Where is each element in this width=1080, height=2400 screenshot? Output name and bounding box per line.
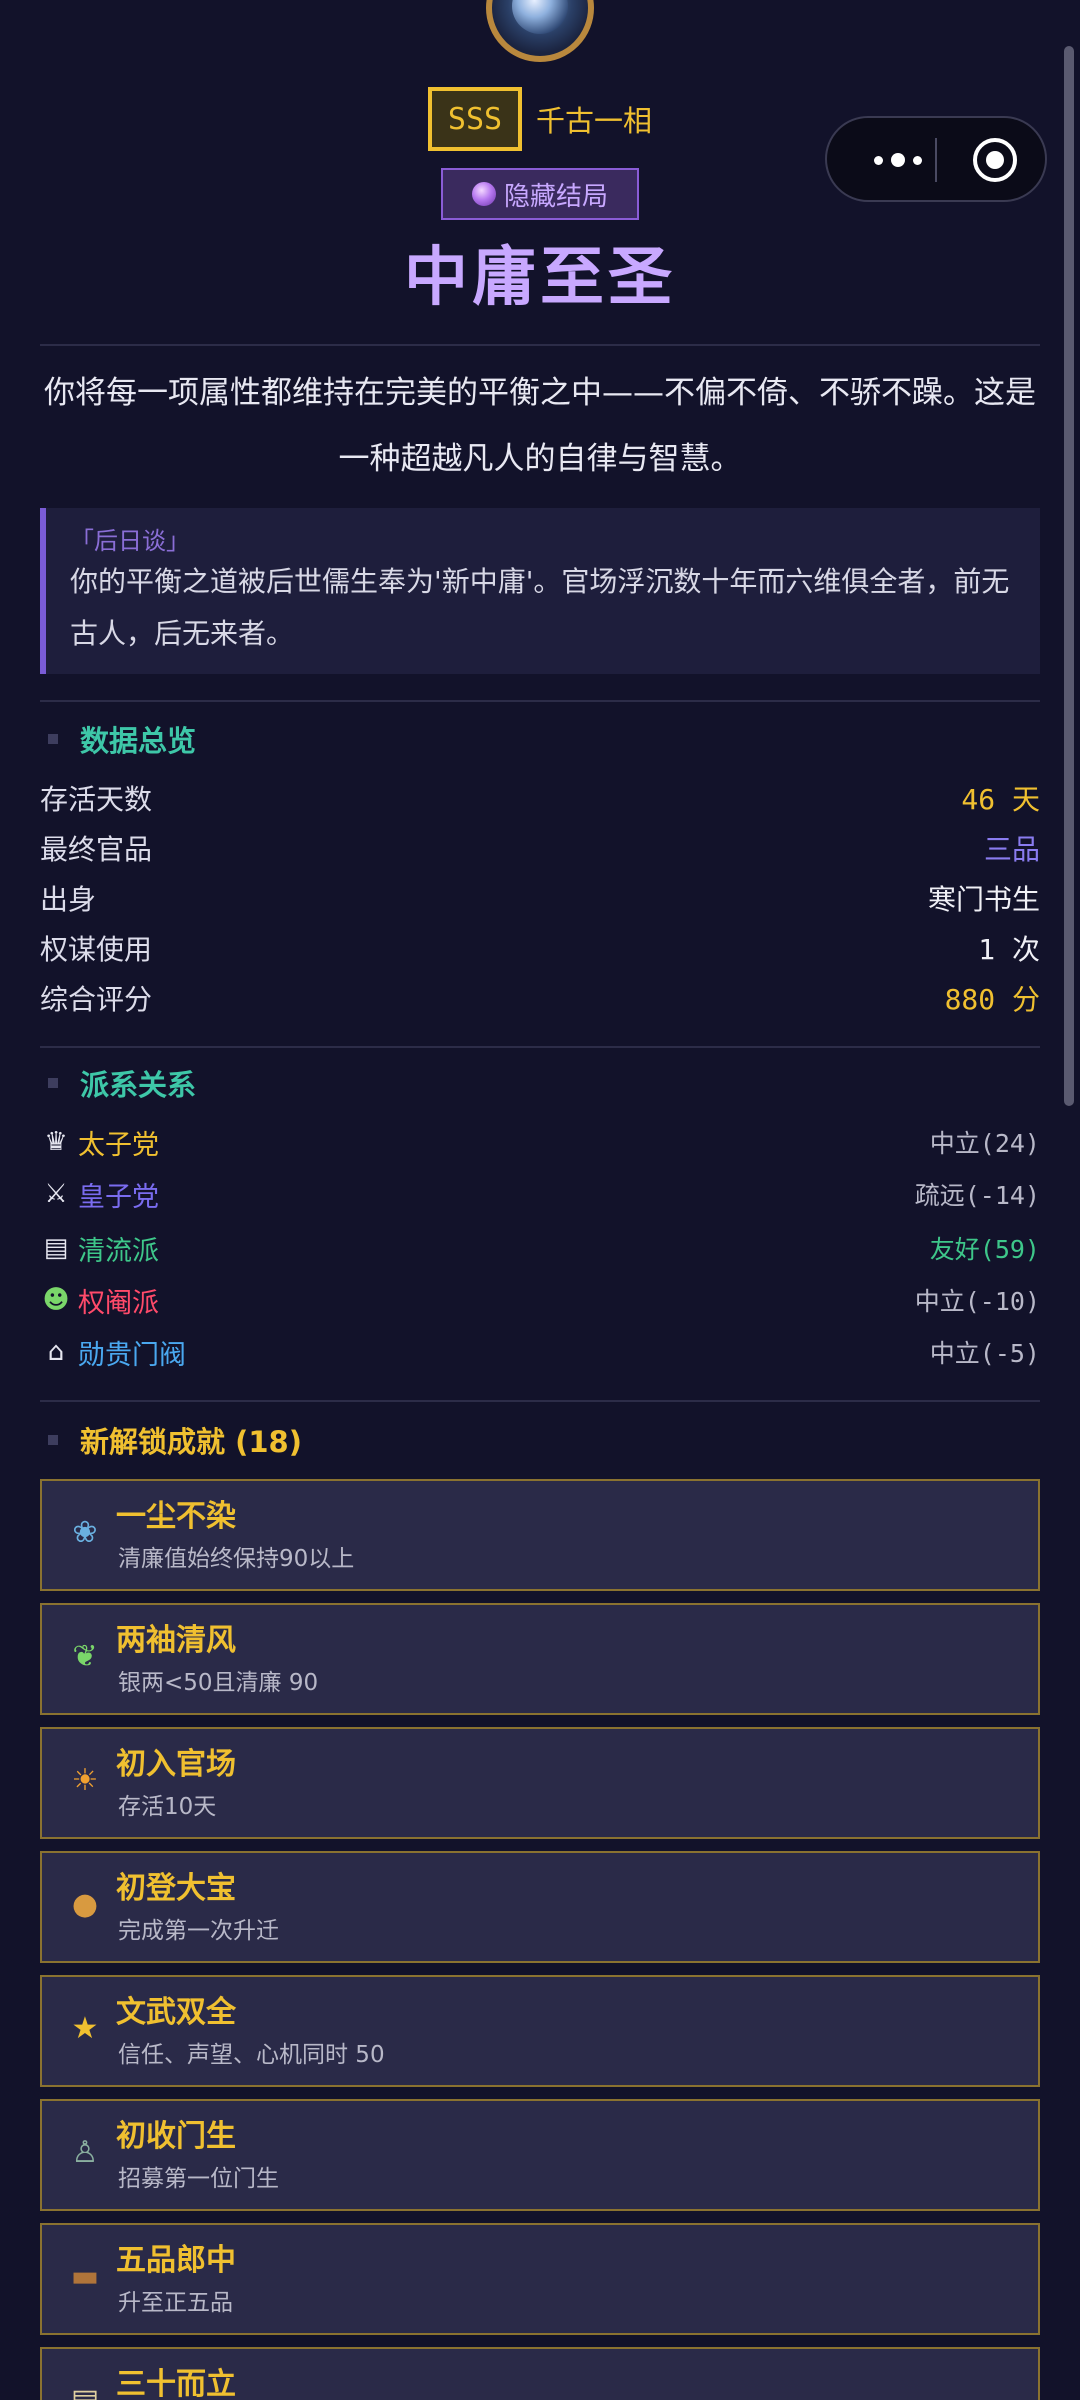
divider <box>40 1046 1040 1048</box>
leaf-wind-icon: ❦ <box>72 1638 98 1674</box>
faction-row: ▤ 清流派 友好(59) <box>40 1223 1040 1273</box>
person-icon: ♙ <box>71 2134 99 2170</box>
grade-row: SSS 千古一相 <box>0 84 1080 154</box>
epilogue-text: 你的平衡之道被后世儒生奉为'新中庸'。官场浮沉数十年而六维俱全者，前无古人，后无… <box>70 565 1010 650</box>
bullet-square-icon <box>48 1078 58 1088</box>
faction-status: 中立(-10) <box>914 1287 1040 1316</box>
factions-title: 派系关系 <box>80 1068 197 1102</box>
faction-name: 清流派 <box>78 1235 159 1267</box>
faction-name: 皇子党 <box>78 1181 159 1213</box>
faction-name: 太子党 <box>78 1129 159 1161</box>
stat-label: 出身 <box>40 883 97 916</box>
achievement-card: ▬ 五品郎中 升至正五品 <box>40 2223 1040 2335</box>
books-icon: ▤ <box>43 1233 69 1263</box>
stat-label: 权谋使用 <box>40 933 153 966</box>
achievement-card: ❦ 两袖清风 银两<50且清廉 90 <box>40 1603 1040 1715</box>
overview-header: 数据总览 <box>48 719 196 759</box>
bullet-square-icon <box>48 1435 58 1445</box>
divider <box>40 1400 1040 1402</box>
sunrise-icon: ☀ <box>71 1762 99 1798</box>
bank-icon: ⌂ <box>47 1337 65 1367</box>
achievement-card: ● 初登大宝 完成第一次升迁 <box>40 1851 1040 1963</box>
stat-value: 46 天 <box>961 783 1040 816</box>
stat-row: 出身 寒门书生 <box>40 873 1040 923</box>
achievements-header: 新解锁成就 (18) <box>48 1420 302 1460</box>
factions-header: 派系关系 <box>48 1063 196 1103</box>
stat-row: 存活天数 46 天 <box>40 773 1040 823</box>
achievement-name: 两袖清风 <box>116 1623 236 1658</box>
grade-title: 千古一相 <box>535 104 652 138</box>
epilogue-label: 「后日谈」 <box>70 527 190 555</box>
achievement-desc: 完成第一次升迁 <box>118 1918 279 1944</box>
achievement-desc: 存活10天 <box>118 1794 217 1820</box>
achievement-card: ★ 文武双全 信任、声望、心机同时 50 <box>40 1975 1040 2087</box>
stat-row: 综合评分 880 分 <box>40 973 1040 1023</box>
achievement-desc: 银两<50且清廉 90 <box>118 1670 319 1696</box>
emblem-face <box>512 0 568 34</box>
crossed-swords-icon: ⚔ <box>44 1179 68 1209</box>
faction-row: ♛ 太子党 中立(24) <box>40 1117 1040 1167</box>
divider <box>40 700 1040 702</box>
stat-value: 寒门书生 <box>927 883 1040 916</box>
achievement-name: 初登大宝 <box>116 1871 236 1906</box>
briefcase-icon: ▬ <box>70 2258 100 2294</box>
grade-badge: SSS <box>427 87 522 151</box>
achievements-title: 新解锁成就 (18) <box>80 1425 302 1459</box>
crystal-ball-icon <box>471 182 496 206</box>
achievement-desc: 清廉值始终保持90以上 <box>118 1546 355 1572</box>
achievement-name: 一尘不染 <box>116 1499 236 1534</box>
stat-value: 1 次 <box>978 933 1040 966</box>
scroll-icon: ▤ <box>70 2382 100 2400</box>
lotus-icon: ❀ <box>72 1514 98 1550</box>
achievement-card: ▤ 三十而立 <box>40 2347 1040 2400</box>
achievement-card: ☀ 初入官场 存活10天 <box>40 1727 1040 1839</box>
stat-row: 权谋使用 1 次 <box>40 923 1040 973</box>
star-icon: ★ <box>71 2010 99 2046</box>
faction-row: ☻ 权阉派 中立(-10) <box>40 1275 1040 1325</box>
faction-name: 勋贵门阀 <box>78 1339 186 1371</box>
ending-title: 中庸至圣 <box>404 241 676 315</box>
stat-row: 最终官品 三品 <box>40 823 1040 873</box>
stat-label: 综合评分 <box>40 983 153 1016</box>
faction-name: 权阉派 <box>78 1287 159 1319</box>
achievement-name: 五品郎中 <box>116 2243 236 2278</box>
achievement-name: 初收门生 <box>116 2119 236 2154</box>
faction-status: 中立(-5) <box>929 1339 1040 1368</box>
achievement-name: 三十而立 <box>116 2367 236 2400</box>
achievement-desc: 信任、声望、心机同时 50 <box>118 2042 385 2068</box>
faction-row: ⌂ 勋贵门阀 中立(-5) <box>40 1327 1040 1377</box>
achievement-desc: 招募第一位门生 <box>118 2166 279 2192</box>
divider <box>40 344 1040 346</box>
ending-description: 你将每一项属性都维持在完美的平衡之中——不偏不倚、不骄不躁。这是一种超越凡人的自… <box>44 375 1036 477</box>
epilogue-box: 「后日谈」 你的平衡之道被后世儒生奉为'新中庸'。官场浮沉数十年而六维俱全者，前… <box>40 508 1040 674</box>
faction-row: ⚔ 皇子党 疏远(-14) <box>40 1169 1040 1219</box>
scrollbar[interactable] <box>1064 46 1074 1106</box>
medal-icon: ● <box>71 1886 99 1922</box>
stat-value: 三品 <box>983 833 1040 866</box>
masks-icon: ☻ <box>42 1285 70 1315</box>
official-emblem-icon <box>486 0 594 62</box>
achievement-desc: 升至正五品 <box>118 2290 233 2316</box>
achievement-name: 初入官场 <box>116 1747 236 1782</box>
ending-type-badge: 隐藏结局 <box>441 168 639 220</box>
bullet-square-icon <box>48 734 58 744</box>
faction-status: 友好(59) <box>929 1235 1040 1264</box>
stat-value: 880 分 <box>944 983 1040 1016</box>
crown-icon: ♛ <box>44 1127 68 1157</box>
achievement-card: ❀ 一尘不染 清廉值始终保持90以上 <box>40 1479 1040 1591</box>
ending-type-label: 隐藏结局 <box>503 181 608 212</box>
achievement-name: 文武双全 <box>116 1995 236 2030</box>
ending-screen: SSS 千古一相 隐藏结局 中庸至圣 你将每一项属性都维持在完美的平衡之中——不… <box>0 0 1080 2400</box>
faction-status: 疏远(-14) <box>914 1181 1040 1210</box>
faction-status: 中立(24) <box>929 1129 1040 1158</box>
achievement-card: ♙ 初收门生 招募第一位门生 <box>40 2099 1040 2211</box>
stat-label: 存活天数 <box>40 783 153 816</box>
overview-title: 数据总览 <box>80 724 197 758</box>
stat-label: 最终官品 <box>40 833 153 866</box>
